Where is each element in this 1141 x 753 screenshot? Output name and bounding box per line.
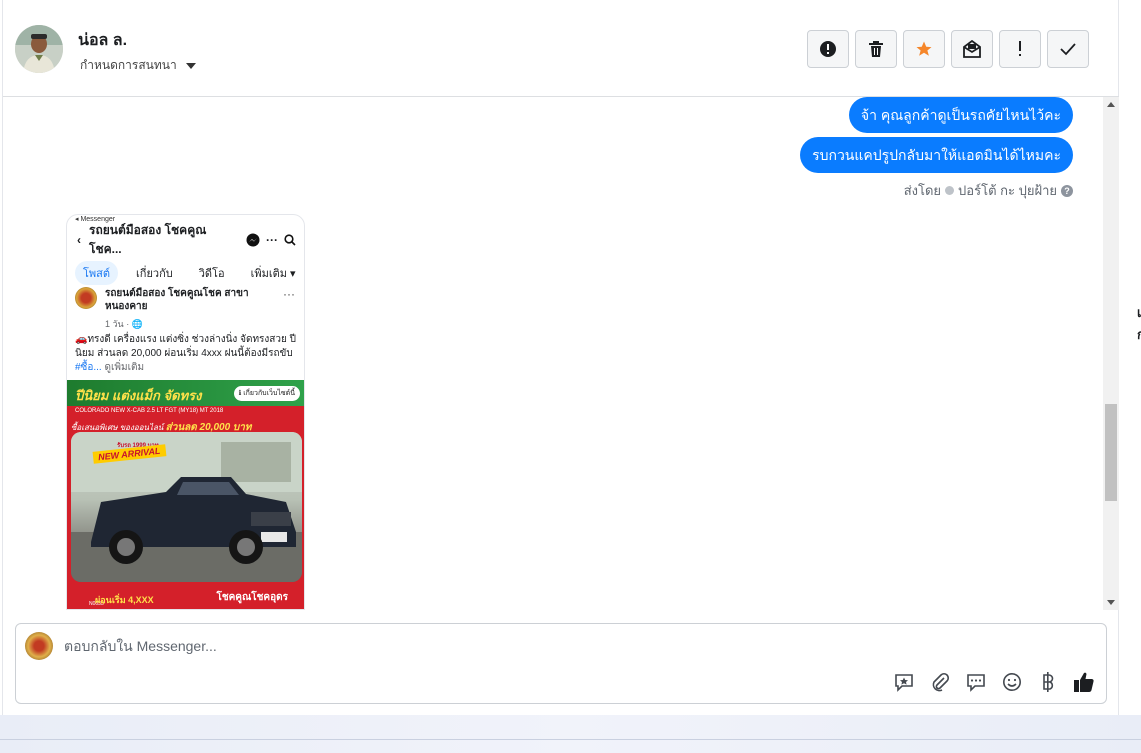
more-dots-icon: ··· — [283, 287, 295, 301]
scrollbar-thumb[interactable] — [1105, 404, 1117, 501]
saved-reply-icon — [895, 674, 913, 692]
exclamation-circle-icon — [820, 41, 836, 57]
sent-by-note: ส่งโดย ปอร์โต้ กะ ปุยฝ้าย ? — [904, 180, 1073, 201]
page-title: รถยนต์มือสอง โชคคูณโชค... — [89, 223, 207, 256]
adjacent-panel-edge: เ ก — [1118, 0, 1141, 715]
baht-icon — [1043, 672, 1054, 692]
assign-label: กำหนดการสนทนา — [80, 58, 177, 72]
star-button[interactable] — [903, 30, 945, 68]
post-author: รถยนต์มือสอง โชคคูณโชค สาขา หนองคาย — [105, 288, 249, 312]
messenger-icon — [246, 233, 260, 247]
thumbs-up-icon — [1074, 672, 1094, 692]
envelope-open-icon — [963, 40, 981, 58]
conversation-header: น่อล ล. กำหนดการสนทนา — [3, 0, 1119, 97]
search-icon — [284, 234, 296, 246]
conversation-toolbar — [807, 30, 1089, 68]
checkmark-icon — [1060, 43, 1076, 56]
message-thread: จ้า คุณลูกค้าดูเป็นรถคัยไหนไว้คะ รบกวนแค… — [3, 97, 1119, 610]
back-arrow-icon: ‹ — [77, 233, 81, 247]
divider — [0, 739, 1141, 740]
ad-brand: โชคคูณโชคอุดร — [216, 592, 288, 603]
trash-icon — [869, 41, 883, 57]
post-hashtag: #ซื้อ... — [75, 362, 102, 373]
sent-by-prefix: ส่งโดย — [903, 183, 942, 198]
emoji-icon — [1003, 673, 1021, 691]
exclamation-icon — [1019, 41, 1021, 56]
page-nav-bar: ‹ รถยนต์มือสอง โชคคูณโชค... ··· — [67, 223, 304, 256]
post-body: 🚗ทรงดี เครื่องแรง แต่งซิ่ง ช่วงล่างนิ่ง … — [75, 334, 296, 359]
page-avatar — [75, 287, 97, 309]
assign-conversation-dropdown[interactable]: กำหนดการสนทนา — [80, 56, 196, 75]
tab-videos: วิดีโอ — [198, 268, 225, 280]
emoji-button[interactable] — [1000, 670, 1024, 694]
contact-avatar[interactable] — [15, 25, 63, 73]
ad-model-line: COLORADO NEW X-CAB 2.5 LT FGT (MY18) MT … — [75, 408, 224, 414]
contact-name[interactable]: น่อล ล. — [78, 28, 127, 53]
reply-composer — [15, 623, 1107, 704]
tab-more: เพิ่มเติม ▾ — [250, 268, 296, 280]
outgoing-message[interactable]: รบกวนแคปรูปกลับมาให้แอดมินได้ไหมคะ — [800, 137, 1073, 173]
ad-price: ผ่อนเริ่ม 4,XXX — [95, 595, 154, 605]
delete-button[interactable] — [855, 30, 897, 68]
incoming-image-attachment[interactable]: ◂ Messenger ‹ รถยนต์มือสอง โชคคูณโชค... … — [66, 214, 305, 610]
page-avatar — [25, 632, 53, 660]
attach-button[interactable] — [928, 670, 952, 694]
status-dot-icon — [945, 186, 955, 195]
chat-bubbles-icon — [967, 674, 985, 692]
caret-down-icon — [185, 62, 196, 69]
edge-glyph: ก — [1137, 327, 1141, 342]
tab-about: เกี่ยวกับ — [136, 268, 173, 280]
help-icon[interactable]: ? — [1061, 184, 1073, 197]
report-button[interactable] — [807, 30, 849, 68]
conversation-panel: น่อล ล. กำหนดการสนทนา จ้า คุณลูกค้าดูเป็… — [2, 0, 1119, 715]
like-button[interactable] — [1072, 670, 1096, 694]
mark-unread-button[interactable] — [951, 30, 993, 68]
page-tabs: โพสต์ เกี่ยวกับ วิดีโอ เพิ่มเติม ▾ — [75, 261, 304, 285]
star-icon — [916, 41, 932, 56]
tab-posts: โพสต์ — [75, 261, 119, 285]
ad-offer-prefix: ซื้อเสนอพิเศษ ของออนไลน์ — [71, 423, 166, 432]
outgoing-message[interactable]: จ้า คุณลูกค้าดูเป็นรถคัยไหนไว้คะ — [848, 97, 1073, 133]
reply-input[interactable] — [64, 636, 864, 656]
chat-button[interactable] — [964, 670, 988, 694]
edge-glyph: เ — [1137, 305, 1141, 320]
post-text: 🚗ทรงดี เครื่องแรง แต่งซิ่ง ช่วงล่างนิ่ง … — [75, 333, 303, 375]
composer-actions — [892, 670, 1096, 694]
scroll-up-arrow-icon[interactable] — [1107, 102, 1115, 107]
scroll-down-arrow-icon[interactable] — [1107, 600, 1115, 605]
see-more-link: ดูเพิ่มเติม — [101, 362, 145, 373]
contact-photo — [15, 25, 63, 73]
post-time: 1 วัน · 🌐 — [105, 319, 143, 329]
follow-up-button[interactable] — [999, 30, 1041, 68]
thread-scrollbar[interactable] — [1103, 97, 1119, 610]
ad-creative: ปีนิยม แต่งแม็ก จัดทรง ℹ เกี่ยวกับเว็บไซ… — [67, 380, 304, 609]
ad-headline: ปีนิยม แต่งแม็ก จัดทรง — [75, 388, 202, 403]
window-bottom-strip — [0, 715, 1141, 753]
more-dots-icon: ··· — [266, 233, 278, 247]
payment-button[interactable] — [1036, 670, 1060, 694]
attachment-icon — [932, 672, 950, 692]
done-button[interactable] — [1047, 30, 1089, 68]
sent-by-name: ปอร์โต้ กะ ปุยฝ้าย — [958, 183, 1057, 198]
saved-reply-button[interactable] — [892, 670, 916, 694]
about-website-badge: ℹ เกี่ยวกับเว็บไซต์นี้ — [233, 386, 300, 401]
